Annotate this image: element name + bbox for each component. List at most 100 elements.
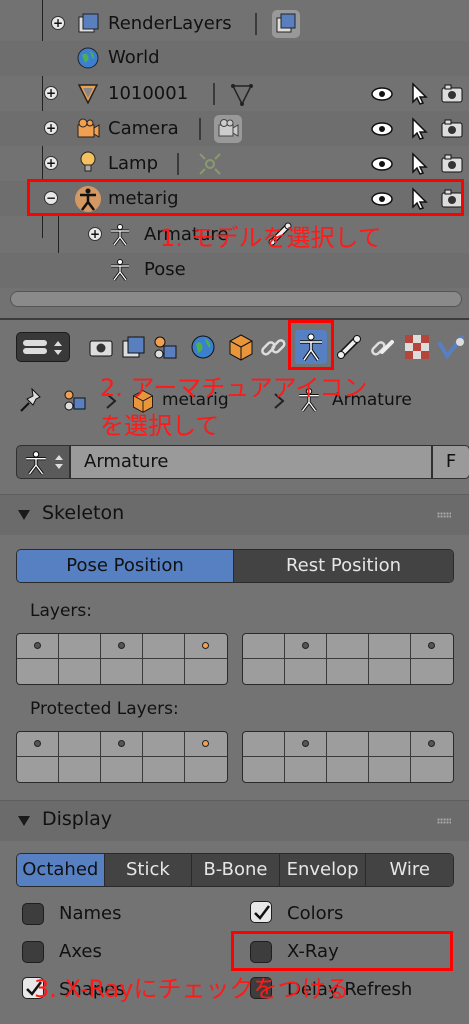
expand-icon[interactable]: +	[51, 16, 65, 30]
highlight-box-metarig	[27, 179, 464, 216]
eye-icon[interactable]	[370, 82, 394, 106]
expand-icon[interactable]: +	[88, 227, 102, 241]
layer-button[interactable]	[17, 659, 59, 684]
layer-button[interactable]	[185, 634, 227, 659]
layer-button[interactable]	[243, 757, 285, 782]
tab-world-icon[interactable]	[188, 332, 218, 362]
layer-button[interactable]	[143, 634, 185, 659]
datablock-name-field[interactable]: Armature	[70, 445, 432, 479]
layer-button[interactable]	[411, 634, 453, 659]
rest-position-button[interactable]: Rest Position	[234, 550, 453, 582]
layer-button[interactable]	[143, 732, 185, 757]
fake-user-button[interactable]: F	[432, 445, 469, 479]
axes-checkbox[interactable]	[22, 941, 44, 963]
colors-checkbox[interactable]	[250, 901, 272, 923]
layer-button[interactable]	[369, 757, 411, 782]
tab-render-icon[interactable]	[86, 332, 116, 362]
layer-button[interactable]	[369, 659, 411, 684]
layer-button[interactable]	[411, 757, 453, 782]
layer-button[interactable]	[17, 732, 59, 757]
layer-button[interactable]	[285, 634, 327, 659]
render-camera-icon[interactable]	[440, 152, 464, 176]
layer-button[interactable]	[185, 732, 227, 757]
lamp-data-icon[interactable]	[196, 150, 224, 178]
bbone-button[interactable]: B-Bone	[192, 854, 280, 886]
annotation-step3: 3. X-Rayにチェックをつける	[34, 975, 350, 1003]
tab-scene-icon[interactable]	[150, 332, 180, 362]
layer-button[interactable]	[59, 634, 101, 659]
wire-button[interactable]: Wire	[366, 854, 453, 886]
horizontal-scrollbar[interactable]	[10, 291, 462, 307]
layer-button[interactable]	[243, 732, 285, 757]
layer-button[interactable]	[327, 659, 369, 684]
layer-button[interactable]	[101, 659, 143, 684]
octahedral-button[interactable]: Octahed	[17, 854, 105, 886]
layer-button[interactable]	[243, 659, 285, 684]
render-camera-icon[interactable]	[440, 117, 464, 141]
layer-button[interactable]	[411, 732, 453, 757]
expand-icon[interactable]: +	[44, 86, 58, 100]
eye-icon[interactable]	[370, 117, 394, 141]
layer-button[interactable]	[17, 757, 59, 782]
layer-button[interactable]	[143, 659, 185, 684]
tab-texture-icon[interactable]	[402, 332, 432, 362]
stick-button[interactable]: Stick	[104, 854, 193, 886]
annotation-step2-line2: を選択して	[100, 412, 220, 440]
collapse-triangle-icon[interactable]	[18, 816, 30, 826]
datablock-browse-button[interactable]	[16, 445, 70, 479]
expand-icon[interactable]: +	[44, 121, 58, 135]
drag-grip-icon[interactable]	[437, 512, 451, 518]
tab-bone-constraints-icon[interactable]	[368, 332, 398, 362]
render-camera-icon[interactable]	[440, 82, 464, 106]
layer-button[interactable]	[243, 634, 285, 659]
names-label: Names	[59, 903, 122, 924]
layer-button[interactable]	[285, 757, 327, 782]
cursor-icon[interactable]	[407, 152, 431, 176]
editor-type-button[interactable]	[16, 332, 70, 362]
layer-button[interactable]	[285, 659, 327, 684]
eye-icon[interactable]	[370, 152, 394, 176]
renderlayer-data-icon[interactable]	[272, 10, 300, 38]
tab-constraints-icon[interactable]	[258, 332, 288, 362]
layer-button[interactable]	[185, 659, 227, 684]
layer-button[interactable]	[327, 732, 369, 757]
pin-icon[interactable]	[18, 386, 46, 414]
outliner-row-renderlayers[interactable]: + RenderLayers	[0, 6, 469, 41]
layer-button[interactable]	[327, 757, 369, 782]
layer-button[interactable]	[369, 634, 411, 659]
names-checkbox[interactable]	[22, 903, 44, 925]
expand-icon[interactable]: +	[44, 156, 58, 170]
mesh-data-icon[interactable]	[228, 80, 256, 108]
tab-object-icon[interactable]	[226, 332, 256, 362]
outliner-row-mesh[interactable]: + 1010001	[0, 76, 469, 111]
layer-button[interactable]	[59, 659, 101, 684]
layer-button[interactable]	[101, 634, 143, 659]
envelope-button[interactable]: Envelop	[279, 854, 367, 886]
layer-button[interactable]	[17, 634, 59, 659]
layer-button[interactable]	[143, 757, 185, 782]
layer-button[interactable]	[59, 732, 101, 757]
layer-button[interactable]	[327, 634, 369, 659]
layer-button[interactable]	[411, 659, 453, 684]
layer-button[interactable]	[285, 732, 327, 757]
outliner-row-world[interactable]: World	[0, 41, 469, 76]
layer-button[interactable]	[59, 757, 101, 782]
tab-physics-icon[interactable]	[436, 332, 466, 362]
camera-data-icon[interactable]	[214, 115, 242, 143]
layer-button[interactable]	[101, 757, 143, 782]
layer-button[interactable]	[369, 732, 411, 757]
collapse-triangle-icon[interactable]	[18, 510, 30, 520]
drag-grip-icon[interactable]	[437, 818, 451, 824]
skeleton-panel-header[interactable]: Skeleton	[0, 495, 469, 535]
layer-button[interactable]	[101, 732, 143, 757]
outliner-row-camera[interactable]: + Camera	[0, 111, 469, 146]
cursor-icon[interactable]	[407, 82, 431, 106]
pose-position-button[interactable]: Pose Position	[17, 550, 234, 582]
display-panel-header[interactable]: Display	[0, 801, 469, 841]
outliner-row-lamp[interactable]: + Lamp	[0, 146, 469, 181]
outliner-row-pose[interactable]: Pose	[0, 253, 469, 288]
tab-renderlayers-icon[interactable]	[118, 332, 148, 362]
tab-bone-icon[interactable]	[334, 332, 364, 362]
layer-button[interactable]	[185, 757, 227, 782]
cursor-icon[interactable]	[407, 117, 431, 141]
